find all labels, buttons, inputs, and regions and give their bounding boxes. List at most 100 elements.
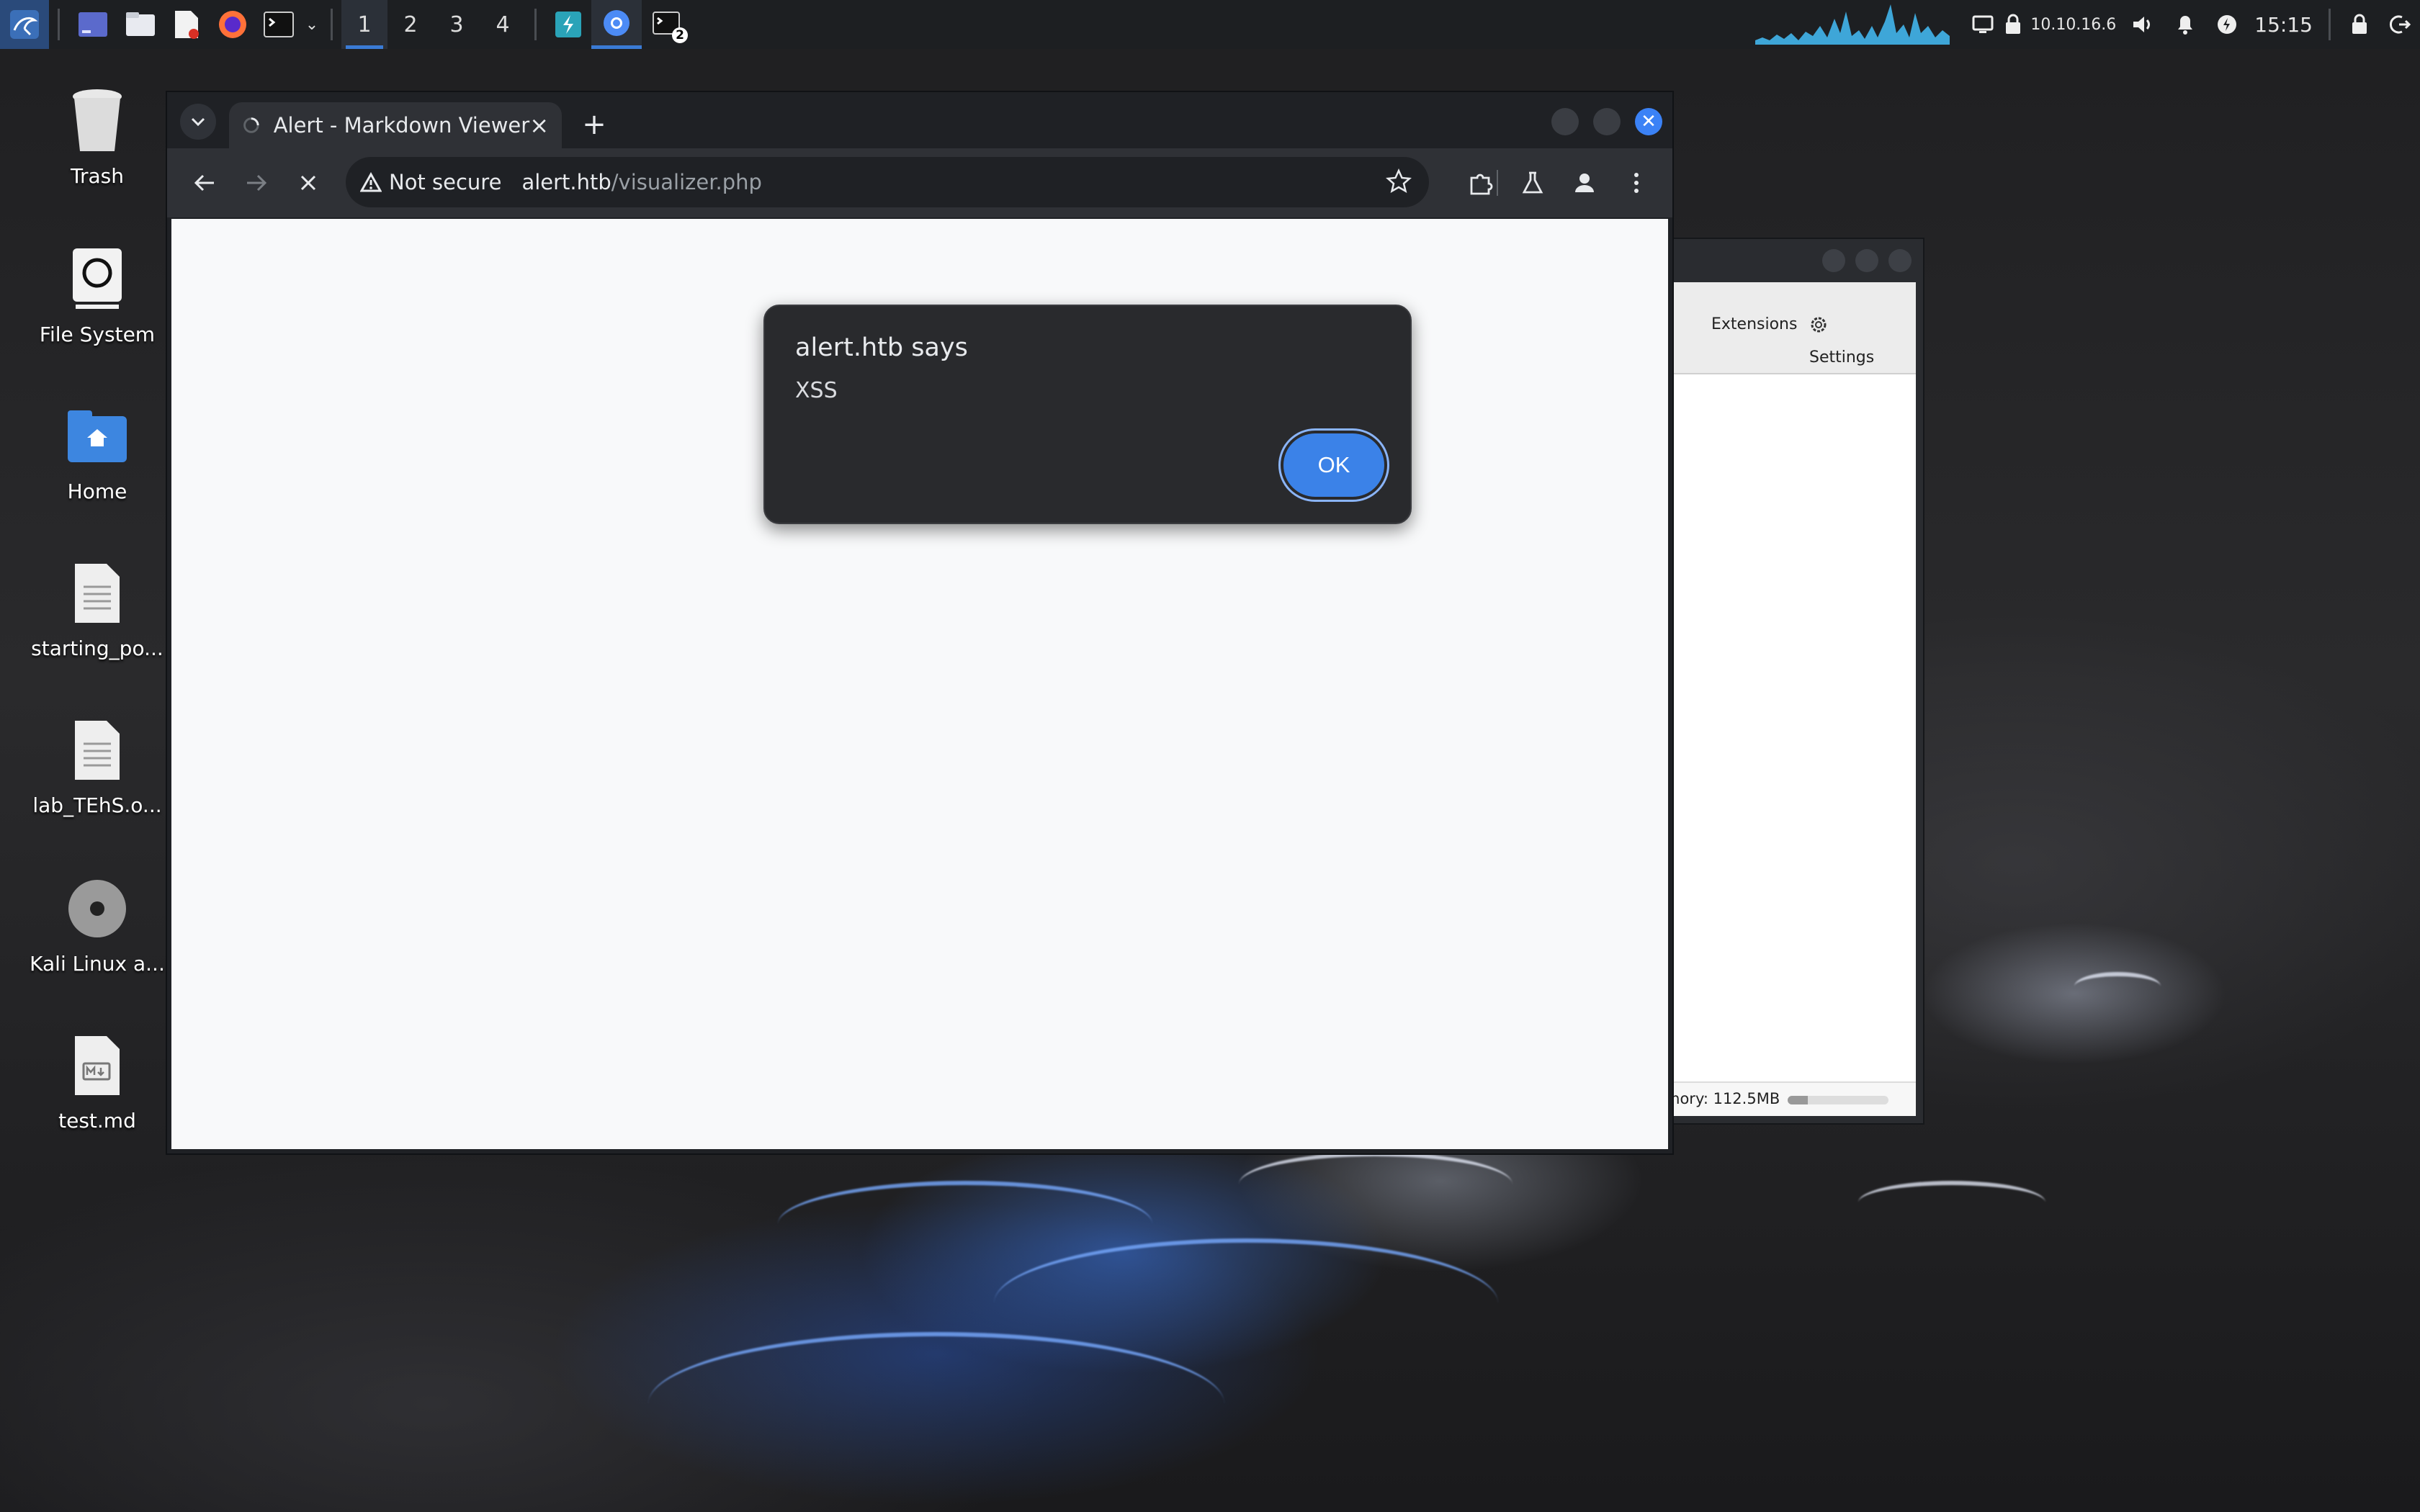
volume-icon — [2133, 17, 2151, 32]
taskbar-app-chromium[interactable] — [591, 0, 642, 49]
logout-button[interactable] — [2380, 0, 2420, 49]
ok-button[interactable]: OK — [1283, 433, 1384, 497]
bg-maximize-button[interactable] — [1855, 249, 1878, 272]
desktop-icon-label: starting_po... — [31, 636, 163, 660]
firefox-launcher[interactable] — [210, 0, 256, 49]
desktop-icon-lab-vpn[interactable]: lab_TEhS.o... — [14, 714, 180, 817]
lock-screen-button[interactable] — [2339, 0, 2380, 49]
clock[interactable]: 15:15 — [2254, 13, 2313, 37]
tab-search-button[interactable] — [180, 104, 216, 140]
monitor-icon — [1972, 15, 1994, 33]
top-panel: ⌄ 1 2 3 4 2 10.10.16.6 15:15 — [0, 0, 2420, 49]
show-desktop-button[interactable] — [68, 0, 117, 49]
forward-button[interactable] — [230, 157, 282, 209]
power-indicator[interactable] — [2207, 0, 2247, 49]
workspace-3[interactable]: 3 — [434, 0, 480, 49]
desktop-icon-label: Trash — [71, 164, 124, 188]
bg-minimize-button[interactable] — [1822, 249, 1845, 272]
notifications-button[interactable] — [2164, 0, 2207, 49]
desktop-icon-label: test.md — [58, 1109, 136, 1133]
desktop-icon-home[interactable]: Home — [14, 400, 180, 503]
network-activity-graph — [1755, 4, 1950, 45]
wallpaper-streak — [648, 1332, 1224, 1476]
chromium-icon — [604, 9, 629, 36]
close-button[interactable]: ✕ — [1635, 108, 1662, 135]
system-tray: 10.10.16.6 15:15 — [1755, 0, 2420, 49]
flask-icon — [1522, 171, 1543, 194]
terminal-count-badge: 2 — [672, 27, 688, 43]
desktop-icon — [79, 12, 107, 37]
panel-separator — [58, 9, 60, 40]
profile-button[interactable] — [1559, 157, 1610, 209]
logout-icon — [2389, 15, 2411, 34]
warning-triangle-icon — [360, 172, 382, 192]
trash-icon — [73, 89, 122, 151]
settings-link[interactable]: Settings — [1809, 315, 1874, 366]
js-alert-dialog: alert.htb says XSS OK — [763, 305, 1412, 524]
chromium-window[interactable]: Alert - Markdown Viewer × + ✕ Not secure… — [166, 91, 1674, 1155]
maximize-button[interactable] — [1593, 108, 1621, 135]
extensions-button[interactable] — [1455, 157, 1507, 209]
taskbar-app-terminal[interactable]: 2 — [642, 0, 692, 49]
chrome-menu-button[interactable] — [1610, 157, 1662, 209]
desktop-icon-kali-iso[interactable]: Kali Linux a... — [14, 873, 180, 976]
terminal-launcher[interactable] — [256, 0, 302, 49]
workspace-4[interactable]: 4 — [480, 0, 526, 49]
file-manager-launcher[interactable] — [117, 0, 163, 49]
desktop-icon-label: Home — [67, 480, 127, 503]
new-tab-button[interactable]: + — [576, 107, 612, 143]
kali-menu-button[interactable] — [0, 0, 49, 49]
text-editor-launcher[interactable] — [163, 0, 210, 49]
bg-status-bar: mory: 112.5MB — [1665, 1081, 1916, 1116]
dialog-title: alert.htb says — [795, 333, 968, 362]
gear-icon — [1811, 317, 1827, 333]
panel-separator — [534, 9, 537, 40]
desktop-icon-test-md[interactable]: test.md — [14, 1030, 180, 1133]
desktop-icon-file-system[interactable]: File System — [14, 243, 180, 346]
desktop-icon-starting-point[interactable]: starting_po... — [14, 557, 180, 660]
minimize-button[interactable] — [1551, 108, 1579, 135]
memory-bar-fill — [1788, 1096, 1808, 1104]
desktop-icon-trash[interactable]: Trash — [14, 85, 180, 188]
tab-markdown-viewer[interactable]: Alert - Markdown Viewer × — [229, 102, 562, 148]
workspace-2[interactable]: 2 — [387, 0, 434, 49]
bg-window-titlebar — [1665, 239, 1923, 282]
workspace-1[interactable]: 1 — [341, 0, 387, 49]
extensions-link[interactable]: Extensions — [1711, 315, 1797, 333]
power-plug-icon — [2218, 15, 2237, 34]
puzzle-icon — [1470, 174, 1493, 195]
terminal-menu-chevron-icon[interactable]: ⌄ — [302, 16, 322, 34]
taskbar-app-burp[interactable] — [545, 0, 591, 49]
wallpaper-streak — [1858, 1181, 2045, 1224]
stop-x-icon — [300, 175, 316, 191]
arrow-left-icon — [194, 174, 214, 192]
display-button[interactable] — [1963, 0, 2003, 49]
markdown-file-icon — [75, 1036, 120, 1095]
url-host: alert.htb — [521, 170, 611, 194]
terminal-icon — [264, 12, 294, 37]
dialog-message: XSS — [795, 378, 838, 403]
bookmark-star-icon[interactable] — [1386, 168, 1412, 194]
not-secure-label[interactable]: Not secure — [389, 170, 501, 194]
workspace-label: 4 — [496, 12, 510, 37]
tab-strip: Alert - Markdown Viewer × + ✕ — [167, 92, 1672, 148]
background-browser-window[interactable]: Extensions Settings mory: 112.5MB — [1664, 238, 1924, 1125]
back-button[interactable] — [179, 157, 230, 209]
labs-button[interactable] — [1507, 157, 1559, 209]
drive-icon — [73, 248, 122, 309]
folder-icon — [126, 12, 155, 36]
text-editor-icon — [175, 11, 199, 39]
browser-toolbar: Not secure alert.htb/visualizer.php — [167, 148, 1672, 217]
ip-address: 10.10.16.6 — [2030, 15, 2117, 34]
settings-label: Settings — [1809, 348, 1875, 366]
volume-button[interactable] — [2123, 0, 2164, 49]
vpn-lock-icon — [2006, 14, 2021, 34]
desktop-icon-label: lab_TEhS.o... — [32, 793, 162, 817]
address-bar[interactable]: Not secure alert.htb/visualizer.php — [346, 157, 1429, 207]
arrow-right-icon — [247, 174, 267, 192]
stop-loading-button[interactable] — [282, 157, 334, 209]
bg-close-button[interactable] — [1888, 249, 1912, 272]
tab-close-icon[interactable]: × — [529, 112, 549, 139]
url-path: /visualizer.php — [611, 170, 762, 194]
tab-title: Alert - Markdown Viewer — [273, 113, 530, 138]
